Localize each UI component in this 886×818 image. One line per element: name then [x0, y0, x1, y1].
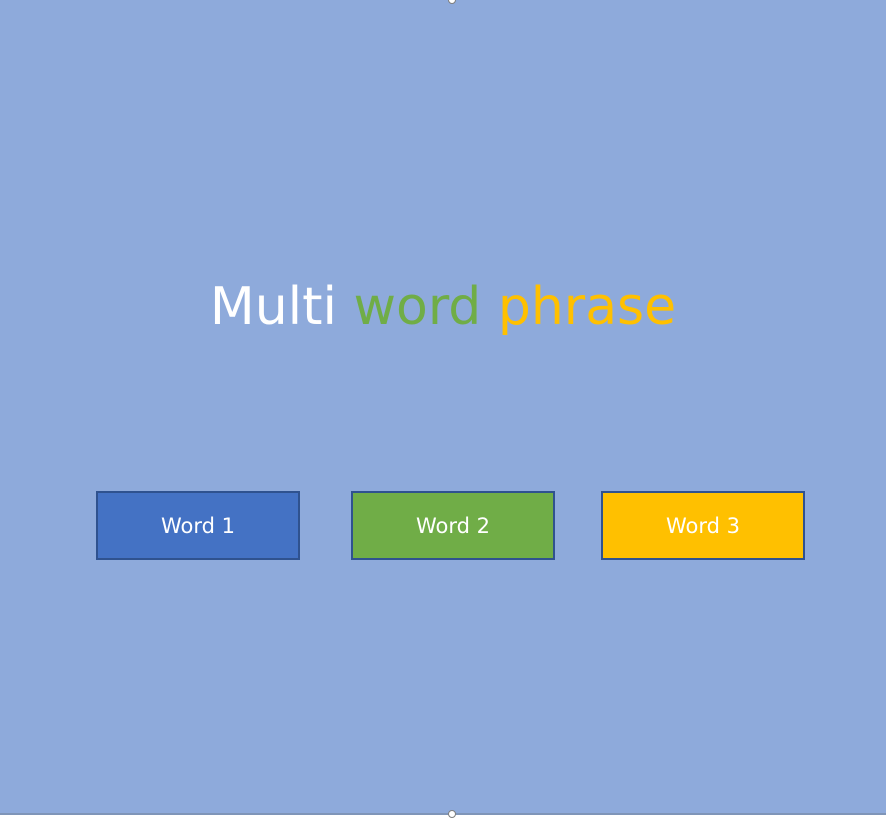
word-3-box[interactable]: Word 3	[601, 491, 805, 560]
word-2-label: Word 2	[415, 513, 490, 538]
phrase-word-phrase: phrase	[497, 277, 677, 337]
word-3-label: Word 3	[665, 513, 740, 538]
phrase-word-word: word	[353, 277, 482, 337]
word-1-label: Word 1	[160, 513, 235, 538]
top-resize-handle[interactable]	[448, 0, 456, 4]
word-1-box[interactable]: Word 1	[96, 491, 300, 560]
phrase-word-multi: Multi	[209, 277, 337, 337]
word-2-box[interactable]: Word 2	[351, 491, 555, 560]
slide-canvas: Multi word phrase Word 1 Word 2 Word 3	[0, 0, 886, 818]
phrase-title: Multi word phrase	[0, 272, 886, 342]
bottom-resize-handle[interactable]	[448, 810, 456, 818]
